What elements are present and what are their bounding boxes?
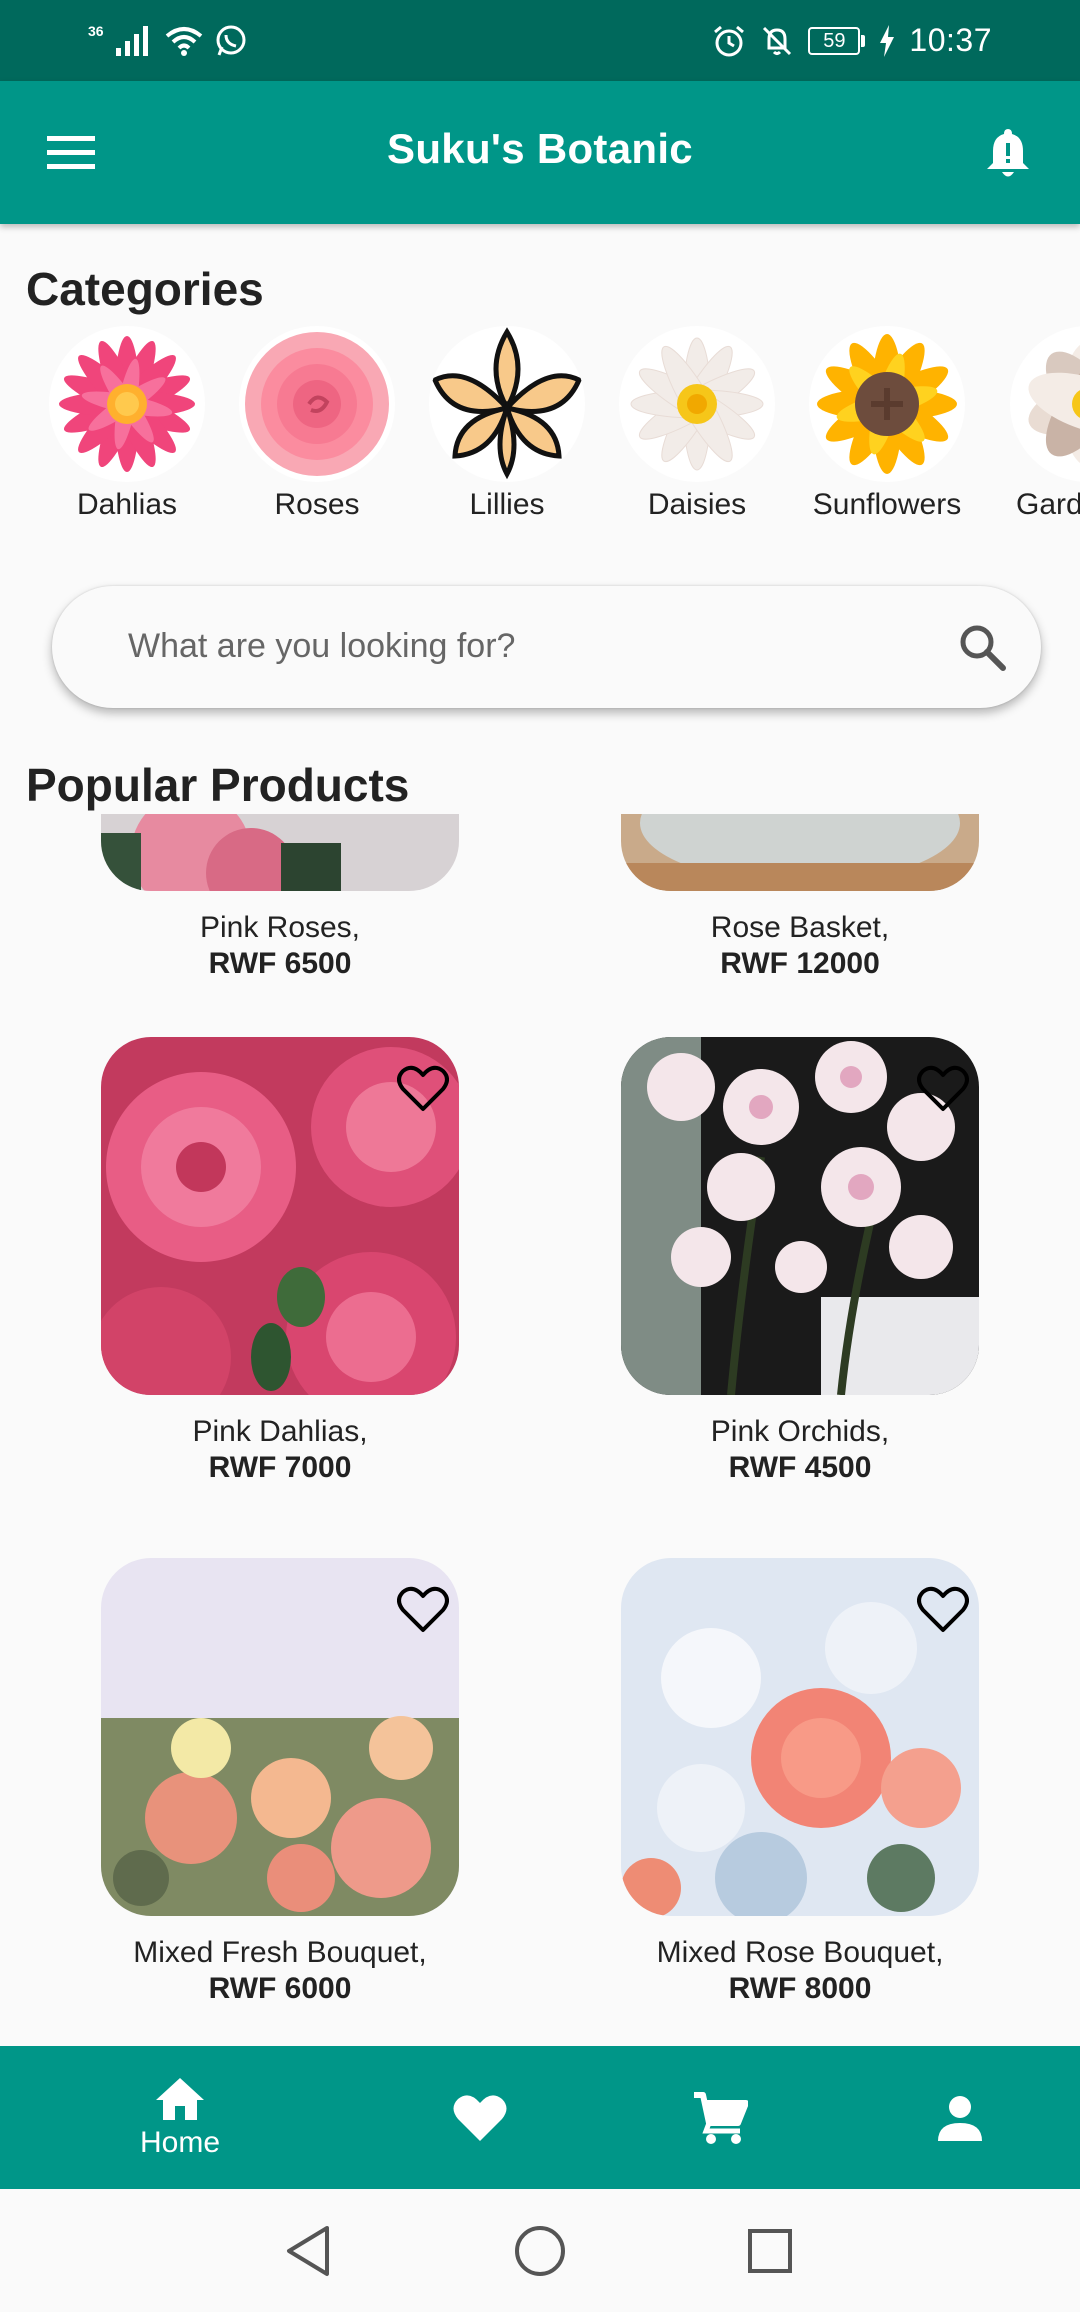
home-circle-icon <box>515 2226 565 2276</box>
notifications-button[interactable] <box>976 121 1040 185</box>
sunflower-icon <box>809 326 965 482</box>
clock: 10:37 <box>909 22 992 58</box>
category-label: Roses <box>274 488 360 521</box>
category-daisies[interactable]: Daisies <box>602 326 792 522</box>
lily-icon <box>429 326 585 482</box>
search-bar <box>52 586 1041 708</box>
product-price: RWF 8000 <box>728 1972 872 2005</box>
wifi-icon <box>165 26 202 56</box>
category-roses[interactable]: Roses <box>222 326 412 522</box>
notifications-off-icon <box>763 26 792 55</box>
product-image <box>621 814 979 891</box>
system-navigation-bar <box>0 2189 1080 2312</box>
app-bar: Suku's Botanic <box>0 81 1080 224</box>
popular-products-title: Popular Products <box>26 759 410 811</box>
favorite-button[interactable] <box>913 1580 973 1640</box>
product-card[interactable]: Pink Orchids, RWF 4500 <box>620 1037 980 1485</box>
network-type: 36 <box>88 22 104 39</box>
category-label: Daisies <box>647 488 747 521</box>
product-name: Rose Basket, <box>710 911 890 944</box>
category-lillies[interactable]: Lillies <box>412 326 602 522</box>
status-bar: 36 59 10:37 <box>0 0 1080 81</box>
category-label: Gard <box>1016 488 1080 521</box>
product-price: RWF 12000 <box>720 947 880 980</box>
product-image <box>101 1558 459 1916</box>
battery-level: 59 <box>808 26 861 55</box>
product-card[interactable]: Mixed Rose Bouquet, RWF 8000 <box>620 1558 980 2006</box>
nav-profile[interactable] <box>900 2046 1020 2189</box>
back-triangle-icon <box>287 2226 329 2276</box>
product-price: RWF 4500 <box>728 1451 872 1484</box>
category-gardenias[interactable]: Gard <box>982 326 1080 522</box>
search-button[interactable] <box>957 622 1007 672</box>
category-sunflowers[interactable]: Sunflowers <box>792 326 982 522</box>
product-name: Pink Orchids, <box>710 1415 890 1448</box>
rose-icon <box>239 326 395 482</box>
product-grid: Pink Roses, RWF 6500 Rose Basket, RWF 12… <box>0 814 1080 2046</box>
favorite-button[interactable] <box>913 1059 973 1119</box>
heart-outline-icon <box>917 1065 969 1111</box>
system-back-button[interactable] <box>276 2219 340 2283</box>
gardenia-icon <box>1010 326 1080 482</box>
heart-outline-icon <box>917 1586 969 1632</box>
product-price: RWF 6000 <box>208 1972 352 2005</box>
product-card[interactable]: Rose Basket, RWF 12000 <box>620 814 980 981</box>
alarm-icon <box>714 25 745 56</box>
product-price: RWF 7000 <box>208 1451 352 1484</box>
whatsapp-icon <box>216 25 246 56</box>
product-image <box>621 1558 979 1916</box>
category-label: Dahlias <box>76 488 178 521</box>
category-label: Lillies <box>469 488 545 521</box>
app-title: Suku's Botanic <box>387 125 693 172</box>
product-card[interactable]: Pink Roses, RWF 6500 <box>100 814 460 981</box>
product-price: RWF 6500 <box>208 947 352 980</box>
heart-outline-icon <box>397 1586 449 1632</box>
bottom-navigation: Home <box>0 2046 1080 2189</box>
heart-outline-icon <box>397 1065 449 1111</box>
home-icon <box>156 2077 204 2120</box>
nav-home[interactable]: Home <box>120 2046 240 2189</box>
person-icon <box>938 2095 982 2141</box>
favorite-button[interactable] <box>393 1059 453 1119</box>
product-image <box>101 1037 459 1395</box>
cart-icon <box>694 2091 748 2144</box>
battery-indicator: 59 <box>808 26 866 55</box>
nav-cart[interactable] <box>660 2046 780 2189</box>
favorite-button[interactable] <box>393 1580 453 1640</box>
signal-icon <box>115 25 148 56</box>
charging-icon <box>880 24 895 57</box>
product-image <box>101 814 459 891</box>
search-icon <box>960 625 1006 671</box>
category-dahlias[interactable]: Dahlias <box>32 326 222 522</box>
product-card[interactable]: Pink Dahlias, RWF 7000 <box>100 1037 460 1485</box>
category-label: Sunflowers <box>812 488 962 521</box>
search-input[interactable] <box>128 616 888 676</box>
product-name: Mixed Fresh Bouquet, <box>133 1936 427 1969</box>
bell-icon <box>987 129 1029 177</box>
system-home-button[interactable] <box>508 2219 572 2283</box>
system-recents-button[interactable] <box>738 2219 802 2283</box>
product-name: Pink Roses, <box>199 911 361 944</box>
dahlia-icon <box>49 326 205 482</box>
heart-icon <box>453 2094 507 2141</box>
nav-favorites[interactable] <box>420 2046 540 2189</box>
categories-list: Dahlias Roses Lillies Daisies Sunflowers… <box>0 326 1080 526</box>
nav-label: Home <box>139 2125 221 2159</box>
recents-square-icon <box>748 2229 792 2273</box>
product-name: Mixed Rose Bouquet, <box>656 1936 944 1969</box>
product-name: Pink Dahlias, <box>192 1415 368 1448</box>
product-image <box>621 1037 979 1395</box>
categories-title: Categories <box>26 263 264 315</box>
product-card[interactable]: Mixed Fresh Bouquet, RWF 6000 <box>100 1558 460 2006</box>
daisy-icon <box>619 326 775 482</box>
